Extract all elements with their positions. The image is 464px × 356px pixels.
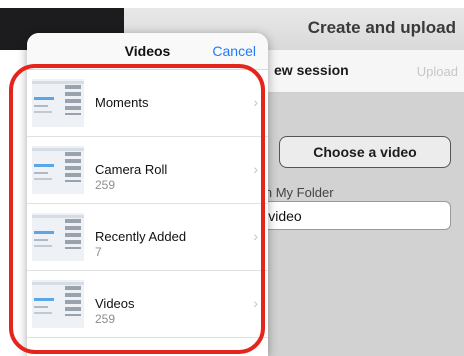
chevron-right-icon: ›	[253, 228, 258, 244]
choose-video-button[interactable]: Choose a video	[279, 136, 451, 168]
videos-popover: Videos Cancel Moments › Camera Roll 259 …	[27, 33, 268, 356]
chevron-right-icon: ›	[253, 94, 258, 110]
chevron-right-icon: ›	[253, 161, 258, 177]
album-name: Camera Roll	[95, 162, 168, 177]
album-thumbnail	[32, 146, 84, 194]
upload-button[interactable]: Upload	[417, 64, 458, 79]
album-row-moments[interactable]: Moments ›	[27, 70, 268, 137]
album-row-recently-added[interactable]: Recently Added 7 ›	[27, 204, 268, 271]
album-thumbnail	[32, 213, 84, 261]
folder-label: in My Folder	[262, 185, 334, 200]
cancel-button[interactable]: Cancel	[212, 43, 256, 59]
album-thumbnail	[32, 79, 84, 127]
album-count: 259	[95, 178, 116, 192]
album-name: Videos	[95, 296, 135, 311]
chevron-right-icon: ›	[253, 295, 258, 311]
album-row-videos[interactable]: Videos 259 ›	[27, 271, 268, 338]
video-path-field[interactable]: e to video	[240, 201, 451, 230]
album-name: Recently Added	[95, 229, 187, 244]
album-count: 259	[95, 312, 116, 326]
session-title: ew session	[274, 62, 349, 78]
popover-header: Videos Cancel	[27, 33, 268, 70]
album-thumbnail	[32, 280, 84, 328]
album-row-camera-roll[interactable]: Camera Roll 259 ›	[27, 137, 268, 204]
app-title: Create and upload	[307, 18, 456, 37]
album-count: 7	[95, 245, 102, 259]
album-name: Moments	[95, 95, 149, 110]
